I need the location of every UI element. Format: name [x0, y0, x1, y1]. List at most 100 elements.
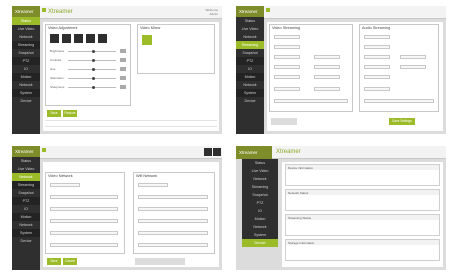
form-field[interactable]	[314, 65, 340, 69]
form-field[interactable]	[50, 219, 118, 223]
secondary-button[interactable]	[135, 258, 185, 265]
form-field[interactable]	[274, 35, 300, 39]
sidebar-item-device[interactable]: Device	[242, 239, 278, 247]
save-button[interactable]: Save	[47, 258, 61, 265]
brightness-slider[interactable]	[68, 49, 116, 53]
sidebar-item-system[interactable]: System	[236, 89, 264, 97]
sidebar-item-device[interactable]: Device	[236, 97, 264, 105]
sidebar-item-network-2[interactable]: Network	[236, 81, 264, 89]
sidebar-item-ptz[interactable]: PTZ	[242, 199, 278, 207]
sidebar-item-network[interactable]: Network	[242, 175, 278, 183]
sidebar-item-live-video[interactable]: Live Video	[12, 25, 40, 33]
sidebar-item-live-video[interactable]: Live Video	[236, 25, 264, 33]
sidebar-item-status[interactable]: Status	[242, 159, 278, 167]
sidebar-item-status[interactable]: Status	[12, 157, 40, 165]
sidebar-item-motion[interactable]: Motion	[12, 73, 40, 81]
sharpness-slider[interactable]	[68, 85, 116, 89]
sidebar-item-io[interactable]: IO	[236, 65, 264, 73]
form-field[interactable]	[274, 55, 300, 59]
sidebar-item-status[interactable]: Status	[236, 17, 264, 25]
form-field[interactable]	[138, 243, 208, 247]
sidebar-item-network-2[interactable]: Network	[12, 81, 40, 89]
preset-button-5[interactable]	[98, 34, 107, 43]
preset-button-2[interactable]	[62, 34, 71, 43]
preset-button-1[interactable]	[50, 34, 59, 43]
form-field[interactable]	[364, 55, 390, 59]
form-field[interactable]	[400, 55, 426, 59]
form-field[interactable]	[138, 183, 168, 187]
form-field[interactable]	[364, 75, 390, 79]
slider-handle[interactable]	[92, 76, 95, 80]
sidebar-item-network-2[interactable]: Network	[12, 221, 40, 229]
form-field[interactable]	[314, 55, 340, 59]
sidebar-item-motion[interactable]: Motion	[242, 215, 278, 223]
sidebar-item-system[interactable]: System	[12, 89, 40, 97]
sidebar-item-streaming[interactable]: Streaming	[242, 183, 278, 191]
form-field[interactable]	[274, 65, 300, 69]
sidebar-item-ptz[interactable]: PTZ	[12, 57, 40, 65]
save-button[interactable]: Save	[47, 110, 61, 117]
form-field[interactable]	[364, 45, 390, 49]
restore-button[interactable]: Restore	[63, 110, 77, 117]
sidebar-item-ptz[interactable]: PTZ	[12, 197, 40, 205]
saturation-slider[interactable]	[68, 76, 116, 80]
form-field[interactable]	[50, 231, 118, 235]
form-field[interactable]	[274, 75, 300, 79]
form-field[interactable]	[50, 243, 118, 247]
menu-icon[interactable]	[42, 148, 46, 152]
sidebar-item-streaming[interactable]: Streaming	[12, 41, 40, 49]
mirror-toggle[interactable]	[142, 35, 152, 45]
slider-handle[interactable]	[92, 58, 95, 62]
form-field[interactable]	[274, 87, 300, 91]
save-settings-button[interactable]: Save Settings	[389, 118, 415, 125]
sidebar-item-network[interactable]: Network	[236, 33, 264, 41]
sidebar-item-streaming[interactable]: Streaming	[12, 181, 40, 189]
form-field[interactable]	[274, 99, 348, 103]
sidebar-item-snapshot[interactable]: Snapshot	[12, 189, 40, 197]
form-field[interactable]	[50, 195, 118, 199]
form-field[interactable]	[138, 231, 208, 235]
sidebar-item-ptz[interactable]: PTZ	[236, 57, 264, 65]
form-field[interactable]	[50, 207, 118, 211]
preset-button-4[interactable]	[86, 34, 95, 43]
form-field[interactable]	[364, 87, 390, 91]
sidebar-item-streaming[interactable]: Streaming	[236, 41, 264, 49]
sidebar-item-status[interactable]: Status	[12, 17, 40, 25]
form-field[interactable]	[364, 65, 390, 69]
slider-handle[interactable]	[92, 85, 95, 89]
sidebar-item-live-video[interactable]: Live Video	[12, 165, 40, 173]
sidebar-item-motion[interactable]: Motion	[236, 73, 264, 81]
toolbar-button[interactable]	[204, 148, 212, 156]
form-field[interactable]	[50, 183, 80, 187]
form-field[interactable]	[364, 99, 434, 103]
sidebar-item-io[interactable]: IO	[12, 65, 40, 73]
sidebar-item-system[interactable]: System	[12, 229, 40, 237]
hue-slider[interactable]	[68, 67, 116, 71]
sidebar-item-io[interactable]: IO	[12, 205, 40, 213]
form-field[interactable]	[138, 195, 208, 199]
form-field[interactable]	[314, 87, 340, 91]
cancel-button[interactable]: Cancel	[63, 258, 77, 265]
form-field[interactable]	[274, 45, 300, 49]
form-field[interactable]	[400, 65, 426, 69]
secondary-button[interactable]	[271, 118, 297, 125]
toolbar-button[interactable]	[213, 148, 221, 156]
sidebar-item-system[interactable]: System	[242, 231, 278, 239]
slider-handle[interactable]	[92, 67, 95, 71]
sidebar-item-motion[interactable]: Motion	[12, 213, 40, 221]
sidebar-item-device[interactable]: Device	[12, 97, 40, 105]
preset-button-3[interactable]	[74, 34, 83, 43]
sidebar-item-snapshot[interactable]: Snapshot	[236, 49, 264, 57]
sidebar-item-network[interactable]: Network	[12, 33, 40, 41]
menu-icon[interactable]	[266, 8, 270, 12]
form-field[interactable]	[138, 207, 208, 211]
sidebar-item-snapshot[interactable]: Snapshot	[242, 191, 278, 199]
sidebar-item-network-2[interactable]: Network	[242, 223, 278, 231]
form-field[interactable]	[364, 35, 390, 39]
form-field[interactable]	[314, 75, 340, 79]
menu-icon[interactable]	[42, 8, 46, 12]
sidebar-item-network[interactable]: Network	[12, 173, 40, 181]
sidebar-item-snapshot[interactable]: Snapshot	[12, 49, 40, 57]
sidebar-item-device[interactable]: Device	[12, 237, 40, 245]
contrast-slider[interactable]	[68, 58, 116, 62]
